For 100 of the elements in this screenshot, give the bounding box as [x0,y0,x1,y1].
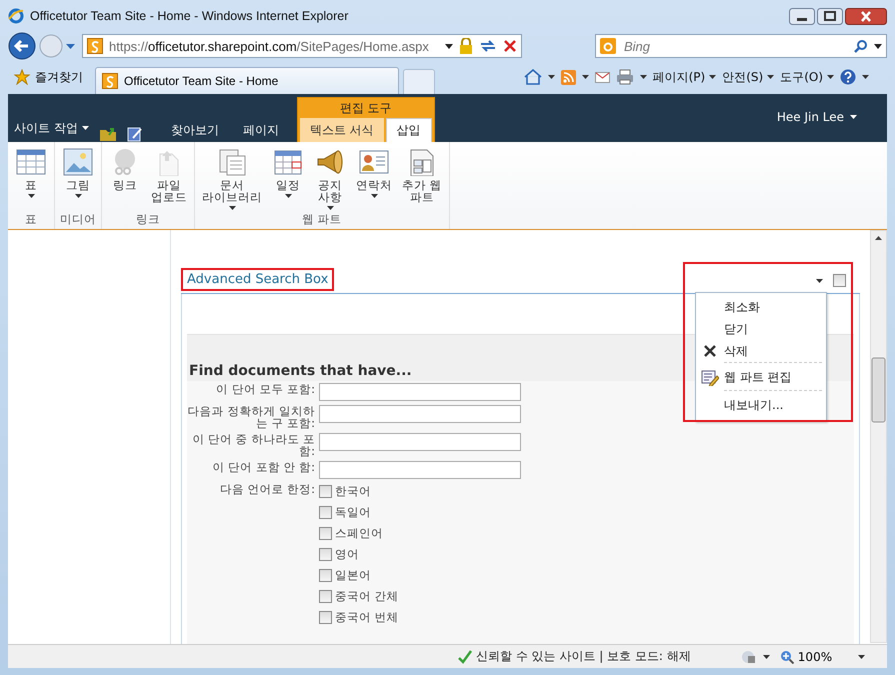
site-icon [102,73,118,89]
menu-button[interactable]: 페이지(P) [652,68,716,86]
caret-icon [858,654,866,658]
menu-item[interactable]: 최소화 [696,296,826,318]
search-box[interactable]: Bing [595,34,887,58]
caret-icon[interactable] [816,278,823,282]
browser-logo-icon [8,8,24,24]
ribbon-tab[interactable]: 찾아보기 [160,118,229,142]
site-actions-menu[interactable]: 사이트 작업 [14,116,89,140]
caret-icon [762,654,770,658]
text-field[interactable] [319,433,521,451]
close-button[interactable] [845,8,887,25]
checkbox[interactable] [319,548,332,560]
caret-icon[interactable] [445,44,453,48]
ribbon-button[interactable]: 연락처 [352,146,396,212]
user-menu[interactable]: Hee Jin Lee [776,110,857,124]
checkbox[interactable] [319,610,332,624]
delete-x-icon [703,344,717,358]
checkbox[interactable] [319,590,332,602]
ribbon-button[interactable]: 공지 사항 [310,146,350,212]
search-icon[interactable] [854,39,868,53]
checkbox-label: 중국어 번체 [335,610,399,624]
minimize-button[interactable] [789,8,815,25]
menu-item[interactable]: 삭제 [696,340,826,362]
favorites-button[interactable]: 즐겨찾기 [6,63,91,91]
stop-icon[interactable] [503,39,517,53]
checkbox-label: 한국어 [335,484,371,498]
caret-icon [767,75,774,79]
maximize-button[interactable] [817,8,843,25]
lock-globe-icon[interactable] [740,650,757,664]
checkbox[interactable] [319,484,332,498]
field-label: 이 단어 중 하나라도 포함: [191,433,315,457]
caret-icon [640,75,647,79]
checkmark-icon [458,650,472,664]
star-icon [14,69,30,85]
feed-icon[interactable] [560,70,576,84]
browser-tab[interactable]: Officetutor Team Site - Home [95,67,399,94]
folder-arrow-icon[interactable] [98,126,117,142]
caret-icon [548,75,555,79]
checkbox[interactable] [833,274,846,287]
printer-icon[interactable] [616,69,634,85]
group-label: 웹 파트 [301,212,343,228]
checkbox[interactable] [319,506,332,518]
help-icon[interactable] [840,69,856,85]
megaphone-icon [315,148,345,176]
ribbon-tab[interactable]: 페이지 [232,118,289,142]
checkbox-label: 일본어 [335,568,371,582]
url-text: https://officetutor.sharepoint.com/SitePages/Home.aspx [109,38,430,54]
checkbox-label: 독일어 [335,504,371,520]
caret-icon [709,75,716,79]
checkbox[interactable] [319,526,332,540]
mail-icon[interactable] [594,72,610,82]
ribbon-tab[interactable]: 텍스트 서식 [300,118,384,142]
text-field[interactable] [319,461,521,479]
checkbox-label: 영어 [335,546,359,562]
caret-icon [850,115,857,119]
back-button[interactable] [8,32,36,60]
ribbon-button[interactable]: 표 [11,146,51,212]
table-icon [16,148,46,176]
field-label: 이 단어 포함 안 함: [212,461,315,473]
tab-group-label: 편집 도구 [338,100,393,117]
tab-title: Officetutor Team Site - Home [124,74,278,88]
caret-icon [82,126,89,130]
picture-icon [63,148,93,176]
menu-item[interactable]: 웹 파트 편집 [724,362,822,390]
contact-card-icon [359,148,389,176]
home-icon[interactable] [524,69,542,85]
caret-icon [827,75,834,79]
ribbon-button[interactable]: 그림 [58,146,98,212]
checkbox-label: 중국어 간체 [335,588,399,604]
calendar-icon [273,148,303,176]
zoom-icon [780,650,794,664]
edit-page-icon[interactable] [126,126,143,142]
group-label: 표 [24,212,38,228]
ribbon-button[interactable]: 문서 라이브러리 [198,146,266,212]
group-label: 미디어 [59,212,97,228]
field-label: 다음 언어로 한정: [218,483,315,495]
checkbox[interactable] [319,568,332,582]
ribbon-button[interactable]: 일정 [268,146,308,212]
window-title: Officetutor Team Site - Home - Windows Internet Explorer [30,9,350,23]
menu-item[interactable]: 내보내기... [724,390,822,418]
field-label: 다음과 정확하게 일치하는 구 포함: [187,405,315,429]
zoom-level-button[interactable]: 100% [780,650,832,664]
site-icon [87,38,103,54]
web-part-title[interactable]: Advanced Search Box [181,268,334,291]
text-field[interactable] [319,405,521,423]
group-label: 링크 [135,212,161,228]
ribbon-tab[interactable]: 삽입 [386,118,432,142]
documents-icon [217,148,247,176]
menu-button[interactable]: 안전(S) [722,68,774,86]
menu-button[interactable]: 도구(O) [780,68,834,86]
refresh-icon[interactable] [479,38,497,54]
field-label: 이 단어 모두 포함: [215,383,315,395]
address-field[interactable]: https://officetutor.sharepoint.com/SitePages/Home.aspx [82,34,522,58]
text-field[interactable] [319,383,521,401]
caret-icon[interactable] [874,44,882,48]
scrollbar[interactable] [870,230,887,643]
search-engine-logo-icon [600,38,616,54]
ribbon-button[interactable]: 추가 웹 파트 [398,146,446,212]
lock-icon [459,38,473,54]
